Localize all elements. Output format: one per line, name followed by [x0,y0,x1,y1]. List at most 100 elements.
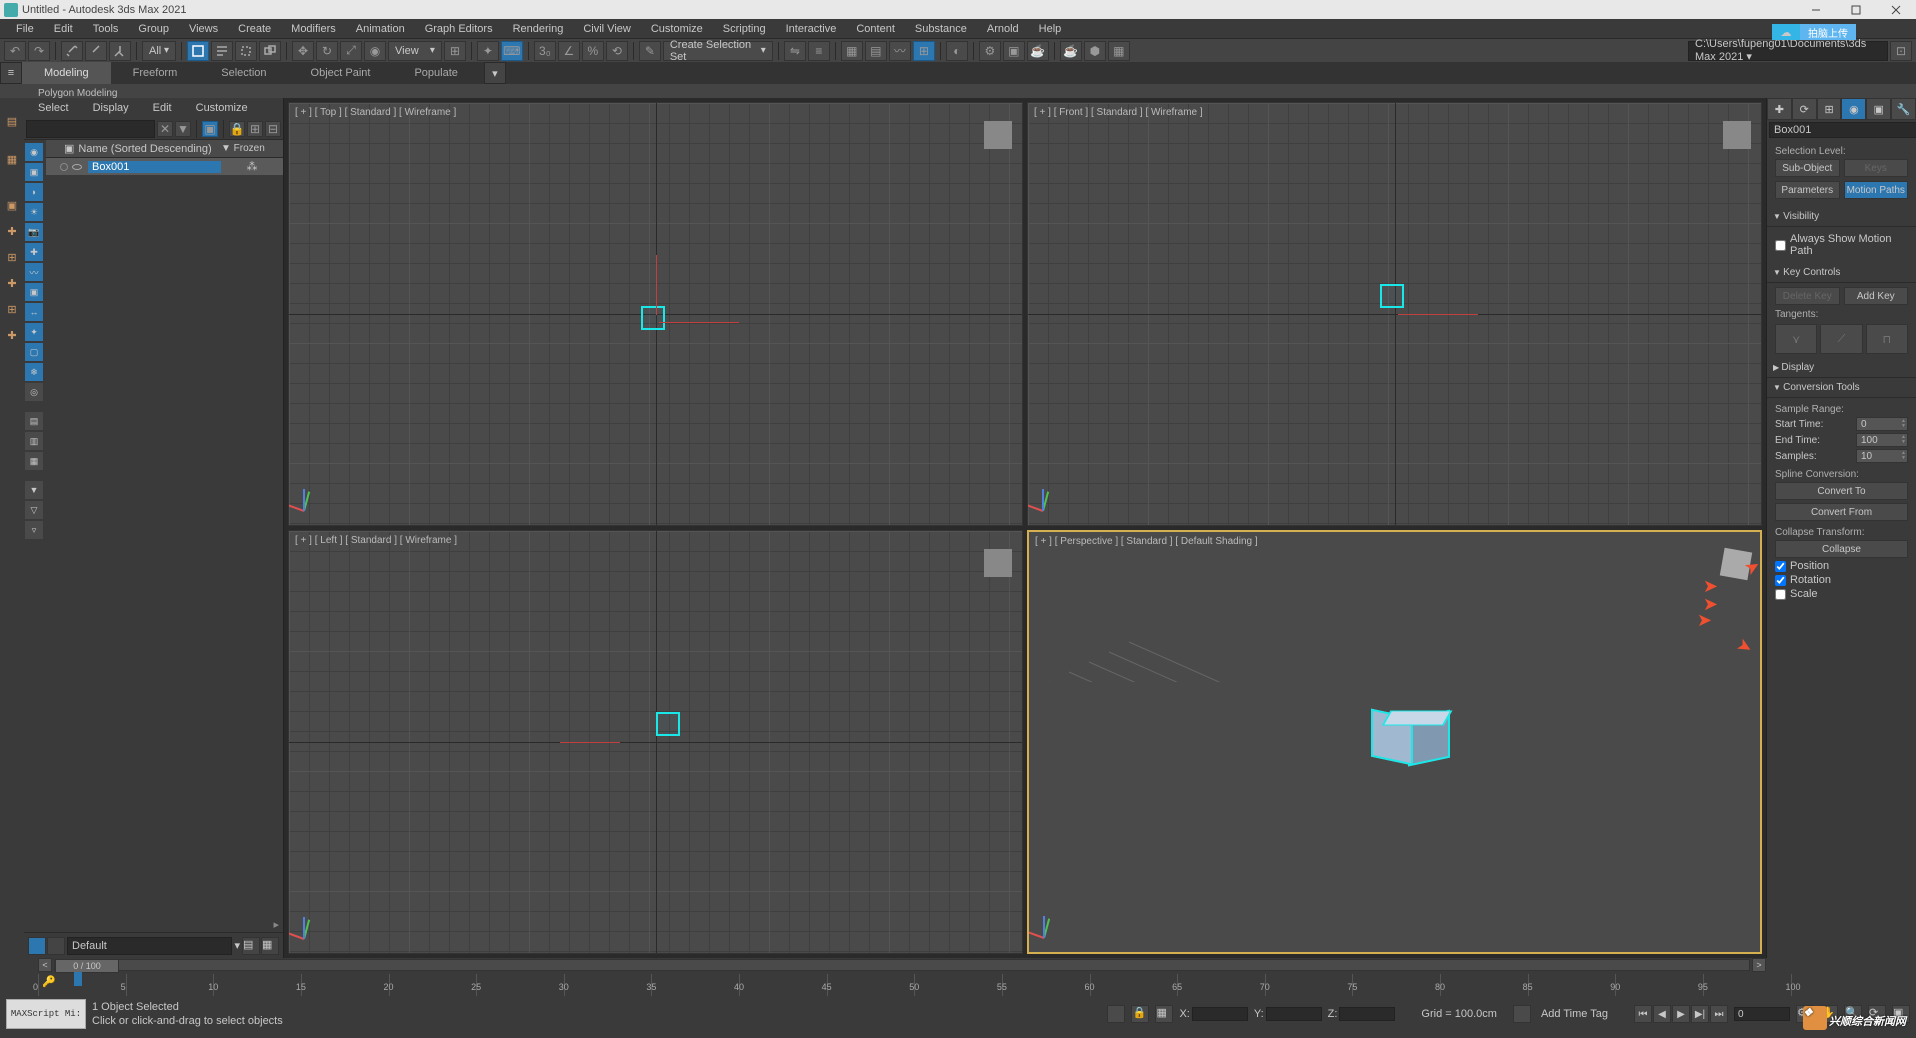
percent-snap-button[interactable]: % [582,41,604,61]
convert-to-button[interactable]: Convert To [1775,482,1908,500]
tab-modify[interactable]: ⟳ [1792,98,1817,120]
keyboard-shortcut-button[interactable]: ⌨ [501,41,523,61]
tab-utilities[interactable]: 🔧 [1891,98,1916,120]
key-controls-header[interactable]: Key Controls [1767,263,1916,283]
current-frame-field[interactable]: 0 [1734,1007,1790,1021]
prev-frame-button[interactable]: ◀ [1653,1005,1671,1023]
scale-checkbox[interactable] [1775,589,1786,600]
render-button[interactable]: ☕ [1027,41,1049,61]
cloud-widget[interactable]: ☁ 拍脑上传 [1772,24,1856,40]
viewport-label[interactable]: [ + ] [ Left ] [ Standard ] [ Wireframe … [295,535,457,546]
layer-explorer-button[interactable]: ▦ [841,41,863,61]
layer-toggle-btn2[interactable]: ▦ [261,937,279,955]
maxscript-listener[interactable]: MAXScript Mi: [6,999,86,1029]
tree-item-name[interactable]: Box001 [88,161,221,173]
search-clear-icon[interactable]: ✕ [157,121,173,137]
layer-toggle-btn1[interactable]: ▤ [242,937,260,955]
edit-selection-set-button[interactable]: ✎ [639,41,661,61]
filter-frozen-icon[interactable]: ❄ [25,363,43,381]
parameters-button[interactable]: Parameters [1775,181,1840,199]
maximize-button[interactable] [1836,0,1876,19]
viewport-label[interactable]: [ + ] [ Front ] [ Standard ] [ Wireframe… [1034,107,1203,118]
viewcube[interactable] [1720,548,1752,580]
scene-icon[interactable]: ⊞ [1,246,23,268]
unlink-button[interactable] [85,41,107,61]
layer-dropdown[interactable]: Default [67,937,232,955]
scale-button[interactable]: ⤢ [340,41,362,61]
arnold-button[interactable]: ▦ [1108,41,1130,61]
filter-list2-icon[interactable]: ▥ [25,432,43,450]
ribbon-tab-modeling[interactable]: Modeling [22,62,111,84]
viewcube[interactable] [984,549,1012,577]
menu-file[interactable]: File [6,23,44,35]
add-time-tag[interactable]: Add Time Tag [1541,1008,1608,1020]
selection-filter[interactable]: All ▾ [142,41,176,61]
tab-hierarchy[interactable]: ⊞ [1817,98,1842,120]
menu-arnold[interactable]: Arnold [977,23,1029,35]
viewport-left[interactable]: [ + ] [ Left ] [ Standard ] [ Wireframe … [288,530,1023,954]
ribbon-tab-populate[interactable]: Populate [392,62,479,84]
start-time-spinner[interactable]: 0 [1856,417,1908,431]
convert-from-button[interactable]: Convert From [1775,503,1908,521]
display-header[interactable]: Display [1767,358,1916,378]
collapse-button[interactable]: Collapse [1775,540,1908,558]
slider-right-button[interactable]: > [1752,958,1766,972]
filter-selected-icon[interactable]: ▣ [202,121,218,137]
curve-editor-button[interactable]: 〰 [889,41,911,61]
tangent-linear-button[interactable]: ⟋ [1820,324,1862,354]
lock-selection-icon[interactable]: 🔒 [1131,1005,1149,1023]
use-pivot-button[interactable]: ⊞ [444,41,466,61]
filter-lights-icon[interactable]: ☀ [25,203,43,221]
undo-button[interactable]: ↶ [4,41,26,61]
samples-spinner[interactable]: 10 [1856,449,1908,463]
filter-shapes-icon[interactable]: ◗ [25,183,43,201]
motion-paths-button[interactable]: Motion Paths [1844,181,1909,199]
ribbon-expand-icon[interactable]: ▾ [484,62,506,84]
close-button[interactable] [1876,0,1916,19]
eye-icon[interactable] [72,164,82,170]
cloud-label[interactable]: 拍脑上传 [1800,24,1856,40]
layer-dropdown-arrow[interactable]: ▾ [234,939,240,952]
align-button[interactable]: ≡ [808,41,830,61]
link-button[interactable] [61,41,83,61]
position-checkbox[interactable] [1775,561,1786,572]
filter-funnel3-icon[interactable]: ▿ [25,521,43,539]
layer-view-btn2[interactable] [47,937,65,955]
render-frame-button[interactable]: ▣ [1003,41,1025,61]
minimize-button[interactable] [1796,0,1836,19]
layer-view-btn1[interactable] [28,937,46,955]
x-field[interactable] [1192,1007,1248,1021]
sub-object-button[interactable]: Sub-Object [1775,159,1840,177]
rotate-button[interactable]: ↻ [316,41,338,61]
keys-button[interactable]: Keys [1844,159,1909,177]
filter-xrefs-icon[interactable]: ↔ [25,303,43,321]
menu-rendering[interactable]: Rendering [503,23,574,35]
menu-help[interactable]: Help [1029,23,1072,35]
scene-search-input[interactable] [26,120,155,138]
conversion-tools-header[interactable]: Conversion Tools [1767,378,1916,398]
layers-icon[interactable]: ▦ [1,148,23,170]
time-slider-track[interactable]: 0 / 100 [54,959,1750,971]
menu-civil-view[interactable]: Civil View [573,23,640,35]
viewcube[interactable] [984,121,1012,149]
menu-edit[interactable]: Edit [44,23,83,35]
filter-helpers-icon[interactable]: ✚ [25,243,43,261]
snap-toggle-button[interactable]: 3₀ [534,41,556,61]
object-name-input[interactable] [1769,122,1916,138]
tangent-smooth-button[interactable]: ⋎ [1775,324,1817,354]
scene2-icon[interactable]: ⊞ [1,298,23,320]
object-box-front[interactable] [1380,284,1404,308]
bind-button[interactable] [109,41,131,61]
filter-bones-icon[interactable]: ✦ [25,323,43,341]
workspace-button[interactable]: ⊡ [1890,41,1912,61]
filter-geom-icon[interactable]: ▣ [25,163,43,181]
window-crossing-button[interactable] [259,41,281,61]
menu-modifiers[interactable]: Modifiers [281,23,346,35]
menu-substance[interactable]: Substance [905,23,977,35]
transform-type-icon[interactable]: ▦ [1155,1005,1173,1023]
viewport-perspective[interactable]: [ + ] [ Perspective ] [ Standard ] [ Def… [1027,530,1762,954]
menu-scripting[interactable]: Scripting [713,23,776,35]
select-by-name-button[interactable] [211,41,233,61]
play-button[interactable]: ▶ [1672,1005,1690,1023]
add-icon[interactable]: ⊞ [247,121,263,137]
